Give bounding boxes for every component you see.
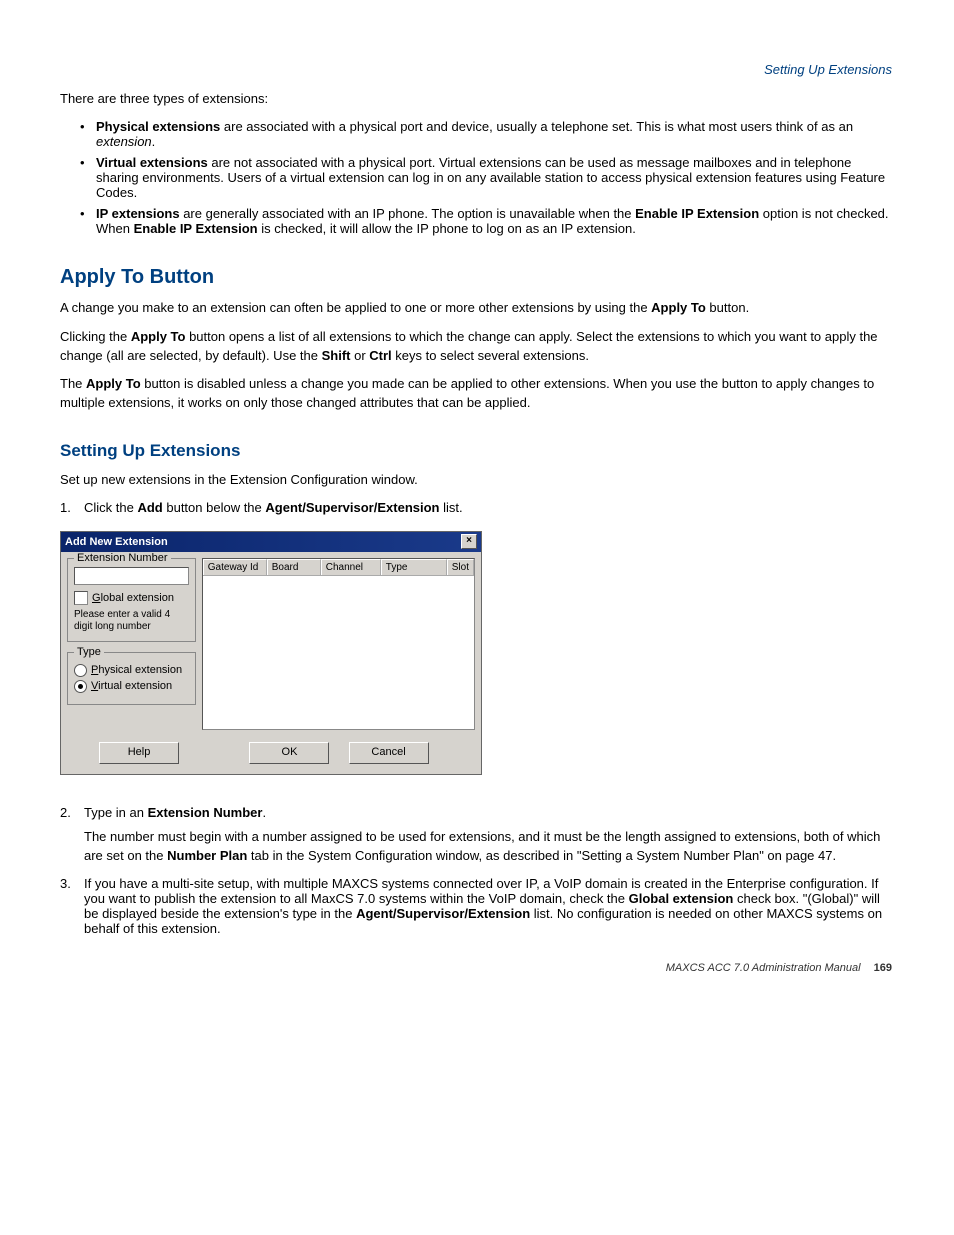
bullet-physical: • Physical extensions are associated wit… xyxy=(80,119,894,149)
global-extension-checkbox[interactable] xyxy=(74,591,88,605)
list-ref: Agent/Supervisor/Extension xyxy=(265,500,439,515)
text: . xyxy=(262,805,266,820)
footer-text: MAXCS ACC 7.0 Administration Manual xyxy=(666,962,861,974)
step-number: 2. xyxy=(60,805,84,820)
apply-to-bold: Apply To xyxy=(86,376,141,391)
group-legend: Type xyxy=(74,646,104,658)
bullet-text: are associated with a physical port and … xyxy=(220,119,853,134)
bullet-lead: IP extensions xyxy=(96,206,180,221)
bullet-text: are generally associated with an IP phon… xyxy=(180,206,636,221)
apply-p2: Clicking the Apply To button opens a lis… xyxy=(60,328,894,366)
add-button-ref: Add xyxy=(137,500,162,515)
dialog-title: Add New Extension xyxy=(65,536,168,548)
shift-key: Shift xyxy=(322,348,351,363)
bullet-em: extension xyxy=(96,134,152,149)
bullet-em: Enable IP Extension xyxy=(635,206,759,221)
intro-line: There are three types of extensions: xyxy=(60,90,894,109)
heading-apply-to: Apply To Button xyxy=(60,266,894,289)
type-group: Type Physical extension Virtual extensio… xyxy=(67,652,196,705)
add-new-extension-dialog: Add New Extension × Extension Number Glo… xyxy=(60,531,482,775)
text: tab in the System Configuration window, … xyxy=(247,848,836,863)
th-type[interactable]: Type xyxy=(381,559,447,575)
bullet-text: is checked, it will allow the IP phone t… xyxy=(258,221,636,236)
page-number: 169 xyxy=(874,962,892,974)
bullet-end: . xyxy=(152,134,156,149)
bullet-dot: • xyxy=(80,155,96,200)
apply-p3: The Apply To button is disabled unless a… xyxy=(60,375,894,413)
checkbox-label: Global extension xyxy=(92,592,174,604)
ext-num-ref: Extension Number xyxy=(148,805,263,820)
close-button[interactable]: × xyxy=(461,534,477,549)
apply-to-bold: Apply To xyxy=(131,329,186,344)
bullet-dot: • xyxy=(80,119,96,149)
text: A change you make to an extension can of… xyxy=(60,300,651,315)
text: button. xyxy=(706,300,749,315)
radio-label: Virtual extension xyxy=(91,680,172,692)
physical-extension-radio[interactable] xyxy=(74,664,87,677)
global-ext-ref: Global extension xyxy=(629,891,734,906)
text: The xyxy=(60,376,86,391)
step-3: 3. If you have a multi-site setup, with … xyxy=(60,876,894,936)
text: keys to select several extensions. xyxy=(392,348,589,363)
step-number: 1. xyxy=(60,500,84,515)
step-1: 1. Click the Add button below the Agent/… xyxy=(60,500,894,515)
text: button is disabled unless a change you m… xyxy=(60,376,874,410)
heading-setting-up: Setting Up Extensions xyxy=(60,441,894,461)
ok-button[interactable]: OK xyxy=(249,742,329,764)
dialog-titlebar: Add New Extension × xyxy=(61,532,481,552)
bullet-text: are not associated with a physical port.… xyxy=(96,155,885,200)
th-gateway[interactable]: Gateway Id xyxy=(203,559,267,575)
setup-intro: Set up new extensions in the Extension C… xyxy=(60,471,894,490)
extension-number-group: Extension Number Global extension Please… xyxy=(67,558,196,642)
dialog-screenshot: Add New Extension × Extension Number Glo… xyxy=(60,531,894,775)
text: Click the xyxy=(84,500,137,515)
bullet-em: Enable IP Extension xyxy=(134,221,258,236)
list-ref: Agent/Supervisor/Extension xyxy=(356,906,530,921)
table-header: Gateway Id Board Channel Type Slot xyxy=(203,559,474,576)
bullet-dot: • xyxy=(80,206,96,236)
group-legend: Extension Number xyxy=(74,552,171,564)
apply-to-bold: Apply To xyxy=(651,300,706,315)
table-body-empty xyxy=(203,576,474,729)
help-button[interactable]: Help xyxy=(99,742,179,764)
radio-label: Physical extension xyxy=(91,664,182,676)
text: list. xyxy=(439,500,462,515)
step-2-sub: The number must begin with a number assi… xyxy=(84,828,894,866)
apply-p1: A change you make to an extension can of… xyxy=(60,299,894,318)
text: Clicking the xyxy=(60,329,131,344)
step-2: 2. Type in an Extension Number. xyxy=(60,805,894,820)
page-header-right: Setting Up Extensions xyxy=(764,62,892,77)
ctrl-key: Ctrl xyxy=(369,348,391,363)
th-channel[interactable]: Channel xyxy=(321,559,381,575)
th-board[interactable]: Board xyxy=(267,559,321,575)
cancel-button[interactable]: Cancel xyxy=(349,742,429,764)
number-plan-ref: Number Plan xyxy=(167,848,247,863)
step-number: 3. xyxy=(60,876,84,936)
input-hint: Please enter a valid 4 digit long number xyxy=(74,609,189,633)
extension-number-input[interactable] xyxy=(74,567,189,585)
bullet-lead: Physical extensions xyxy=(96,119,220,134)
virtual-extension-radio[interactable] xyxy=(74,680,87,693)
bullet-virtual: • Virtual extensions are not associated … xyxy=(80,155,894,200)
text: Type in an xyxy=(84,805,148,820)
bullet-ip: • IP extensions are generally associated… xyxy=(80,206,894,236)
text: or xyxy=(350,348,369,363)
th-slot[interactable]: Slot xyxy=(447,559,474,575)
ports-table[interactable]: Gateway Id Board Channel Type Slot xyxy=(202,558,475,730)
bullet-lead: Virtual extensions xyxy=(96,155,208,170)
page-footer: MAXCS ACC 7.0 Administration Manual 169 xyxy=(666,962,892,974)
text: button below the xyxy=(163,500,266,515)
